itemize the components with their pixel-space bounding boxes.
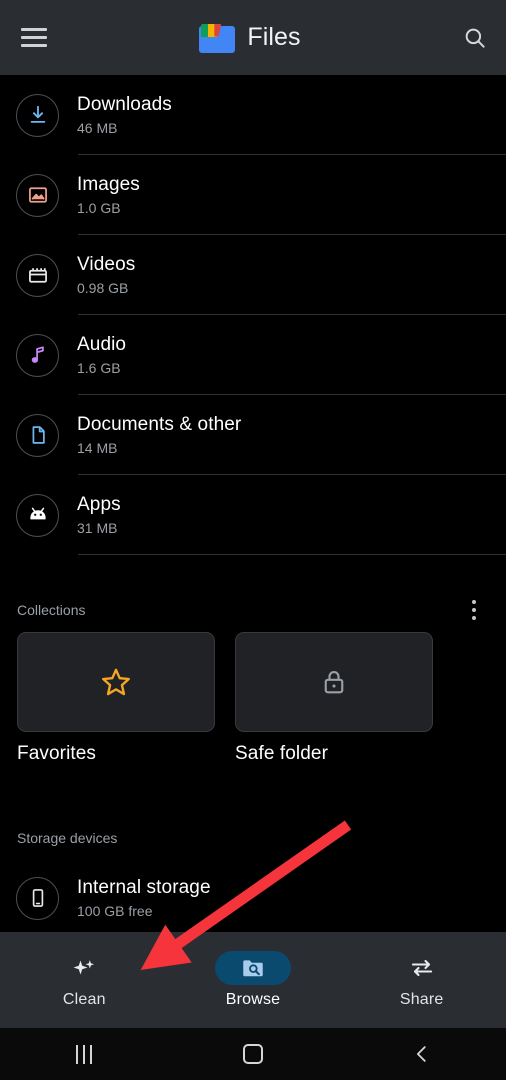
audio-note-icon <box>16 333 59 377</box>
safe-folder-card[interactable] <box>235 632 433 732</box>
recents-bar <box>76 1044 79 1064</box>
star-icon <box>102 668 130 696</box>
category-size: 1.6 GB <box>77 359 121 376</box>
collection-item-favorites: Favorites <box>17 632 215 765</box>
category-name: Audio <box>77 333 127 355</box>
lock-icon <box>324 670 344 694</box>
storage-title: Storage devices <box>17 830 118 846</box>
category-row-apps[interactable]: Apps 31 MB <box>0 475 506 555</box>
transfer-arrows-icon <box>411 959 432 977</box>
category-name: Apps <box>77 493 121 515</box>
bottom-nav-item-clean[interactable]: Clean <box>0 932 169 1028</box>
storage-free: 100 GB free <box>77 902 153 919</box>
category-text: Images 1.0 GB <box>77 173 140 218</box>
category-row-images[interactable]: Images 1.0 GB <box>0 155 506 235</box>
storage-header: Storage devices <box>0 818 506 858</box>
bottom-navigation-bar: Clean Browse Share <box>0 932 506 1028</box>
document-icon <box>16 413 59 457</box>
back-chevron-icon[interactable] <box>337 1028 506 1080</box>
hamburger-line <box>21 44 47 47</box>
hamburger-line <box>21 28 47 31</box>
system-navigation-bar <box>0 1028 506 1080</box>
folder-search-icon <box>243 960 263 977</box>
download-icon <box>16 93 59 137</box>
category-text: Videos 0.98 GB <box>77 253 135 298</box>
storage-name: Internal storage <box>77 876 211 898</box>
bottom-nav-label: Browse <box>225 991 281 1008</box>
video-icon <box>16 253 59 297</box>
android-app-icon <box>16 493 59 537</box>
bottom-nav-item-share[interactable]: Share <box>337 932 506 1028</box>
collection-item-safe-folder: Safe folder <box>235 632 433 765</box>
category-size: 1.0 GB <box>77 199 121 216</box>
recents-icon[interactable] <box>0 1028 169 1080</box>
image-icon <box>16 173 59 217</box>
collections-header: Collections <box>0 592 506 628</box>
category-row-videos[interactable]: Videos 0.98 GB <box>0 235 506 315</box>
page-title: Files <box>247 23 301 51</box>
search-icon[interactable] <box>444 0 506 75</box>
clean-pill <box>46 951 122 985</box>
bottom-nav-label: Share <box>399 991 444 1008</box>
category-size: 31 MB <box>77 519 118 536</box>
hamburger-line <box>21 36 47 39</box>
category-size: 0.98 GB <box>77 279 129 296</box>
collection-label: Safe folder <box>235 743 328 764</box>
category-row-audio[interactable]: Audio 1.6 GB <box>0 315 506 395</box>
storage-row-internal[interactable]: Internal storage 100 GB free <box>0 858 506 938</box>
kebab-dot <box>472 608 476 612</box>
category-size: 14 MB <box>77 439 118 456</box>
category-name: Images <box>77 173 140 195</box>
category-size: 46 MB <box>77 119 118 136</box>
category-text: Downloads 46 MB <box>77 93 172 138</box>
list-divider <box>78 554 506 555</box>
favorites-card[interactable] <box>17 632 215 732</box>
category-text: Documents & other 14 MB <box>77 413 241 458</box>
files-app-screen: Files Downloads 46 MB Images 1.0 GB Vide… <box>0 0 506 1080</box>
category-name: Videos <box>77 253 136 275</box>
kebab-menu-icon[interactable] <box>456 592 492 628</box>
category-name: Documents & other <box>77 413 242 435</box>
share-pill <box>384 951 460 985</box>
app-bar-title-group: Files <box>56 23 444 53</box>
recents-bar <box>90 1044 93 1064</box>
category-name: Downloads <box>77 93 172 115</box>
sparkle-icon <box>73 960 95 975</box>
category-text: Apps 31 MB <box>77 493 121 538</box>
browse-pill <box>215 951 291 985</box>
home-icon[interactable] <box>169 1028 338 1080</box>
bottom-nav-label: Clean <box>62 991 106 1008</box>
hamburger-menu-icon[interactable] <box>6 0 62 75</box>
home-square <box>243 1044 263 1064</box>
files-logo-icon <box>199 23 236 53</box>
app-bar: Files <box>0 0 506 75</box>
bottom-nav-item-browse[interactable]: Browse <box>169 932 338 1028</box>
recents-bar <box>83 1044 86 1064</box>
category-text: Audio 1.6 GB <box>77 333 126 378</box>
collections-section: Collections Favorites Safe folder <box>0 592 506 765</box>
kebab-dot <box>472 616 476 620</box>
category-list: Downloads 46 MB Images 1.0 GB Videos 0.9… <box>0 75 506 555</box>
phone-icon <box>16 876 59 920</box>
category-row-documents[interactable]: Documents & other 14 MB <box>0 395 506 475</box>
collections-grid: Favorites Safe folder <box>0 628 506 765</box>
kebab-dot <box>472 600 476 604</box>
category-row-downloads[interactable]: Downloads 46 MB <box>0 75 506 155</box>
storage-devices-section: Storage devices Internal storage 100 GB … <box>0 818 506 938</box>
collections-title: Collections <box>17 602 86 618</box>
recents-bars <box>76 1044 93 1064</box>
storage-text: Internal storage 100 GB free <box>77 876 211 921</box>
collection-label: Favorites <box>17 743 97 764</box>
